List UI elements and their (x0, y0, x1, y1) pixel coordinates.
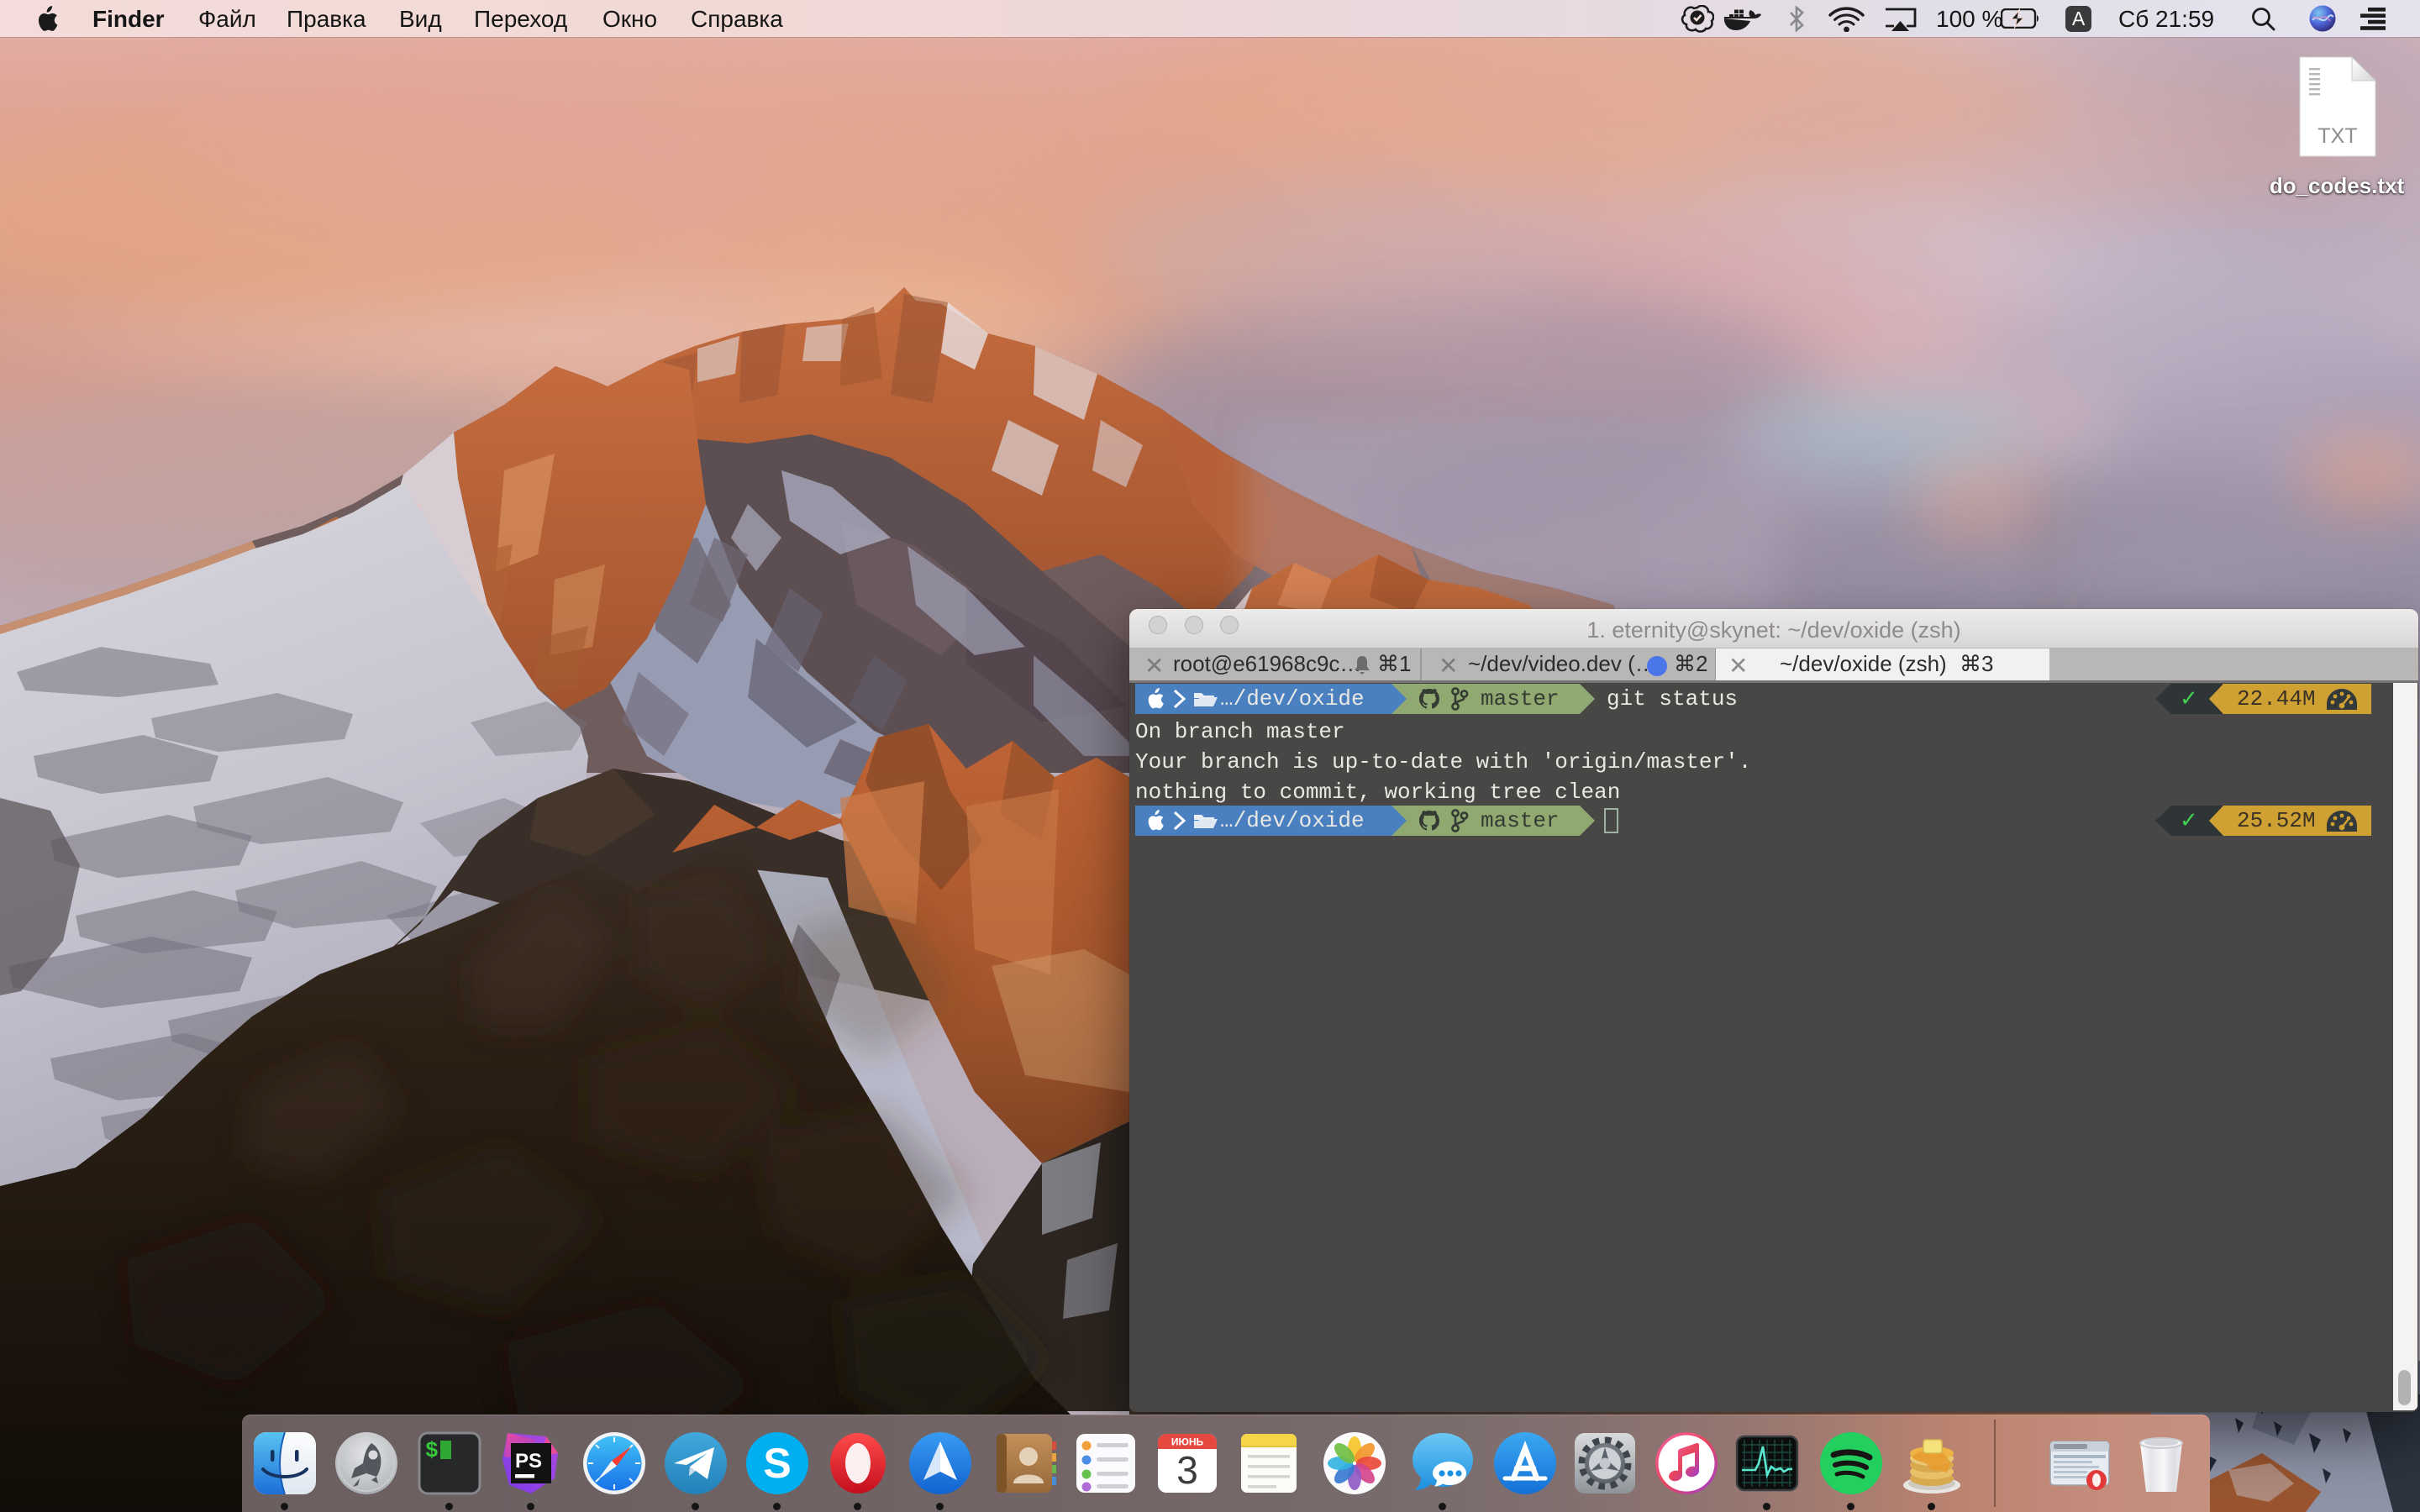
svg-text:S: S (763, 1440, 791, 1487)
svg-text:$: $ (425, 1438, 439, 1463)
svg-text:PS: PS (515, 1450, 542, 1473)
svg-text:TXT: TXT (2317, 124, 2357, 148)
svg-text:3: 3 (1176, 1448, 1198, 1492)
svg-text:ИЮНЬ: ИЮНЬ (1171, 1436, 1204, 1448)
